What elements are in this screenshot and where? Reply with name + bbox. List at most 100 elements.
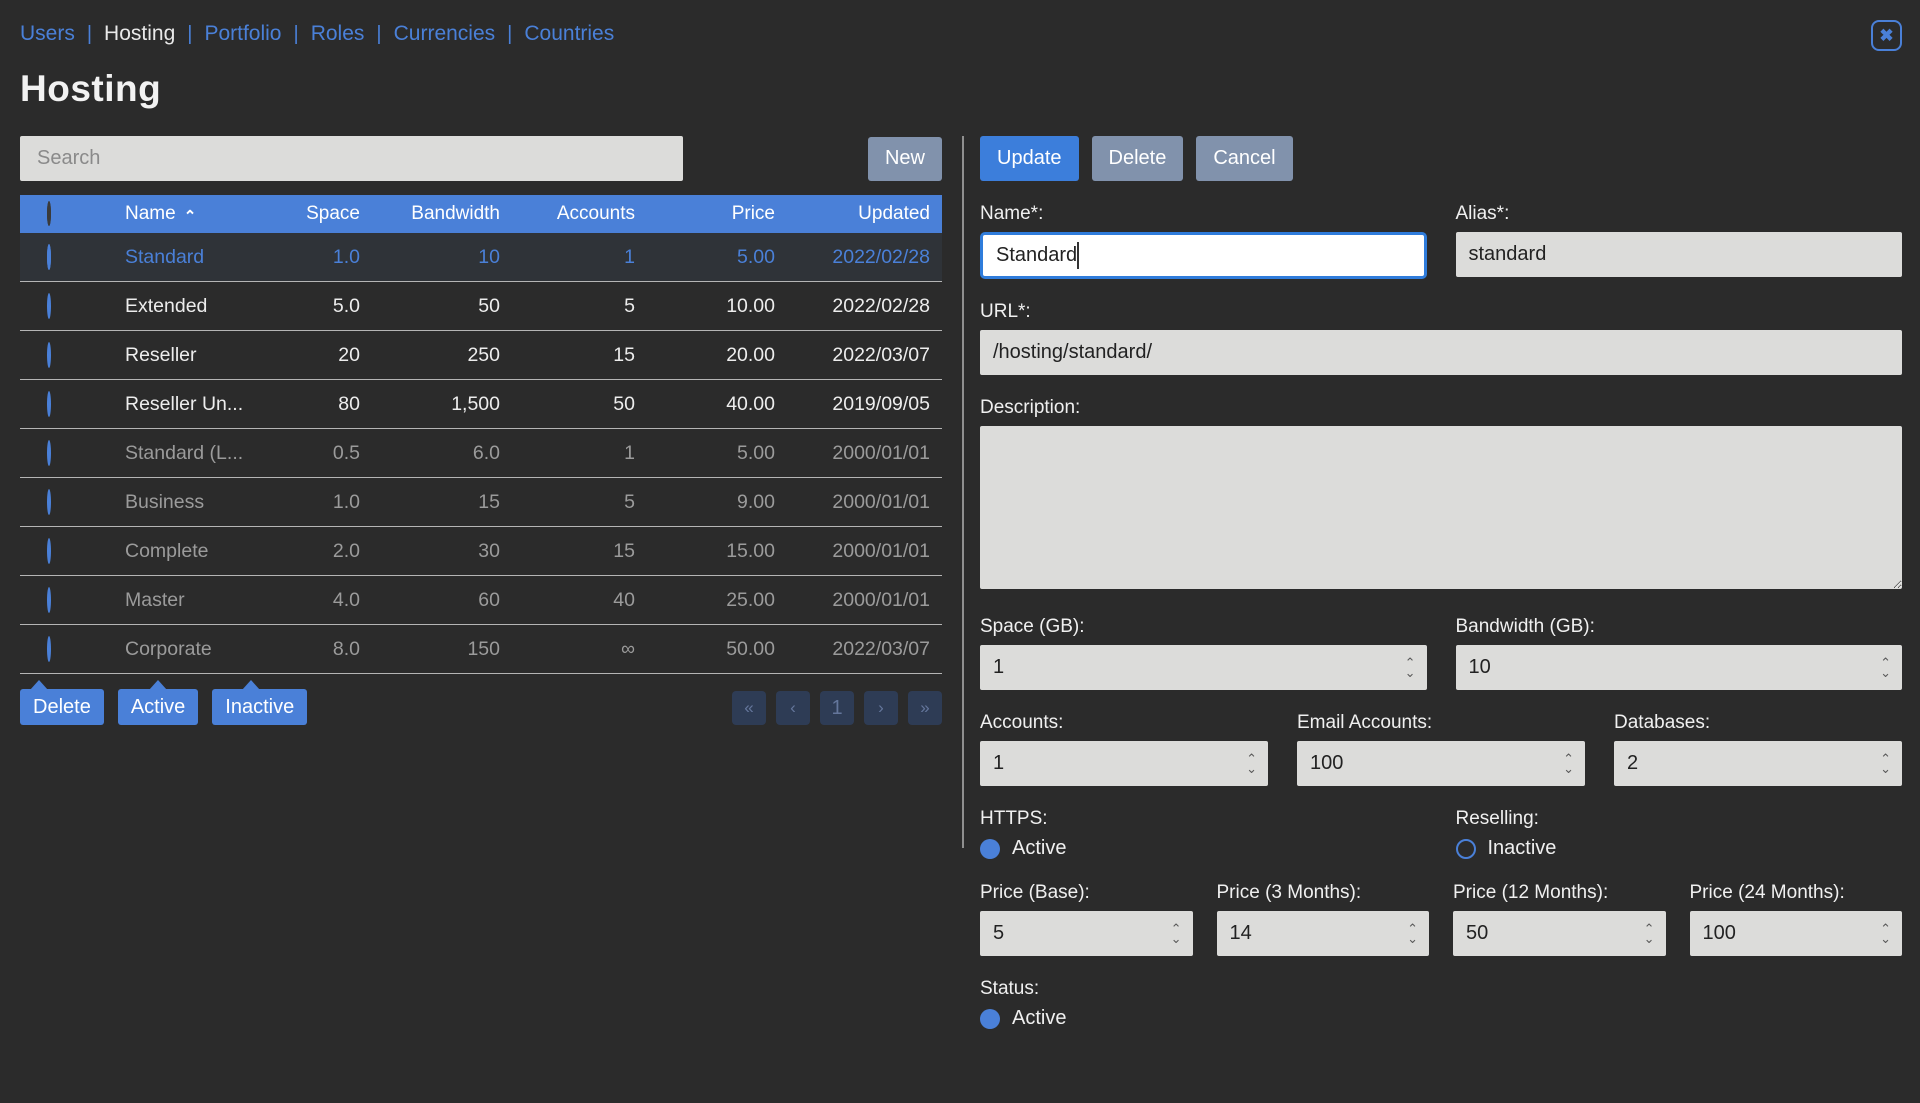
column-header-price[interactable]: Price	[637, 203, 777, 225]
cell-name: Reseller	[78, 344, 252, 367]
form-delete-button[interactable]: Delete	[1092, 136, 1184, 181]
table-row[interactable]: Master 4.0 60 40 25.00 2000/01/01	[20, 576, 942, 625]
spinner-down-icon[interactable]: ⌄	[1246, 764, 1257, 774]
spinner-down-icon[interactable]: ⌄	[1407, 934, 1418, 944]
cell-space: 4.0	[252, 589, 362, 612]
databases-input[interactable]: 2 ⌃⌄	[1614, 741, 1902, 786]
spinner-down-icon[interactable]: ⌄	[1644, 934, 1655, 944]
cell-accounts: 15	[502, 344, 637, 367]
form-cancel-button[interactable]: Cancel	[1196, 136, 1292, 181]
row-radio[interactable]	[47, 587, 51, 613]
cell-price: 10.00	[637, 295, 777, 318]
row-radio[interactable]	[47, 636, 51, 662]
left-panel: New Name ⌃ Space Bandwidth Accounts Pric…	[20, 136, 942, 725]
cell-bandwidth: 150	[362, 638, 502, 661]
cell-accounts: 50	[502, 393, 637, 416]
cell-bandwidth: 6.0	[362, 442, 502, 465]
delete-button[interactable]: Delete	[20, 689, 104, 725]
https-value: Active	[1012, 837, 1066, 860]
pagination-prev-button[interactable]: ‹	[776, 691, 810, 725]
space-label: Space (GB):	[980, 616, 1427, 638]
spinner-down-icon[interactable]: ⌄	[1880, 934, 1891, 944]
column-header-name[interactable]: Name ⌃	[78, 203, 252, 225]
inactive-button[interactable]: Inactive	[212, 689, 307, 725]
new-button[interactable]: New	[868, 137, 942, 181]
close-button[interactable]: ✖	[1871, 20, 1902, 51]
price-12-months-label: Price (12 Months):	[1453, 882, 1666, 904]
table-row[interactable]: Extended 5.0 50 5 10.00 2022/02/28	[20, 282, 942, 331]
bulk-actions: Delete Active Inactive	[20, 689, 307, 725]
row-radio[interactable]	[47, 391, 51, 417]
pagination-last-button[interactable]: »	[908, 691, 942, 725]
url-input[interactable]	[980, 330, 1902, 375]
space-input[interactable]: 1 ⌃⌄	[980, 645, 1427, 690]
description-label: Description:	[980, 397, 1902, 419]
select-all-radio[interactable]	[47, 201, 51, 226]
pagination-page-1-button[interactable]: 1	[820, 691, 854, 725]
cell-bandwidth: 1,500	[362, 393, 502, 416]
nav-item-currencies[interactable]: Currencies	[394, 22, 496, 46]
nav-item-roles[interactable]: Roles	[311, 22, 365, 46]
price-3-months-input[interactable]: 14 ⌃⌄	[1217, 911, 1430, 956]
main-nav: Users|Hosting|Portfolio|Roles|Currencies…	[20, 22, 1900, 46]
nav-item-portfolio[interactable]: Portfolio	[204, 22, 281, 46]
cell-accounts: 1	[502, 246, 637, 269]
pagination-first-button[interactable]: «	[732, 691, 766, 725]
cell-space: 2.0	[252, 540, 362, 563]
row-radio[interactable]	[47, 342, 51, 368]
cell-bandwidth: 10	[362, 246, 502, 269]
nav-item-countries[interactable]: Countries	[524, 22, 614, 46]
accounts-input[interactable]: 1 ⌃⌄	[980, 741, 1268, 786]
cell-name: Corporate	[78, 638, 252, 661]
description-textarea[interactable]	[980, 426, 1902, 589]
cell-bandwidth: 30	[362, 540, 502, 563]
email-accounts-input[interactable]: 100 ⌃⌄	[1297, 741, 1585, 786]
cell-space: 80	[252, 393, 362, 416]
table-row[interactable]: Reseller Un... 80 1,500 50 40.00 2019/09…	[20, 380, 942, 429]
spinner-down-icon[interactable]: ⌄	[1880, 668, 1891, 678]
spinner-down-icon[interactable]: ⌄	[1405, 668, 1416, 678]
price-12-months-input[interactable]: 50 ⌃⌄	[1453, 911, 1666, 956]
update-button[interactable]: Update	[980, 136, 1079, 181]
column-header-updated[interactable]: Updated	[777, 203, 942, 225]
price-base-input[interactable]: 5 ⌃⌄	[980, 911, 1193, 956]
active-button[interactable]: Active	[118, 689, 198, 725]
main-content: New Name ⌃ Space Bandwidth Accounts Pric…	[0, 136, 1920, 1030]
bandwidth-input[interactable]: 10 ⌃⌄	[1456, 645, 1903, 690]
table-row[interactable]: Corporate 8.0 150 ∞ 50.00 2022/03/07	[20, 625, 942, 674]
table-row[interactable]: Standard 1.0 10 1 5.00 2022/02/28	[20, 233, 942, 282]
price-24-months-input[interactable]: 100 ⌃⌄	[1690, 911, 1903, 956]
form-buttons: Update Delete Cancel	[980, 136, 1902, 181]
column-header-accounts[interactable]: Accounts	[502, 203, 637, 225]
row-radio[interactable]	[47, 244, 51, 270]
name-input[interactable]	[980, 232, 1427, 279]
spinner-down-icon[interactable]: ⌄	[1880, 764, 1891, 774]
column-header-space[interactable]: Space	[252, 203, 362, 225]
alias-input[interactable]	[1456, 232, 1903, 277]
cell-space: 20	[252, 344, 362, 367]
search-input[interactable]	[20, 136, 683, 181]
nav-item-users[interactable]: Users	[20, 22, 75, 46]
pagination-next-button[interactable]: ›	[864, 691, 898, 725]
spinner-down-icon[interactable]: ⌄	[1171, 934, 1182, 944]
https-radio[interactable]	[980, 839, 1000, 859]
table-row[interactable]: Business 1.0 15 5 9.00 2000/01/01	[20, 478, 942, 527]
row-radio[interactable]	[47, 538, 51, 564]
cell-price: 40.00	[637, 393, 777, 416]
sort-ascending-icon: ⌃	[184, 207, 197, 225]
cell-name: Standard	[78, 246, 252, 269]
reselling-radio[interactable]	[1456, 839, 1476, 859]
pagination: « ‹ 1 › »	[732, 691, 942, 725]
row-radio[interactable]	[47, 489, 51, 515]
nav-item-hosting[interactable]: Hosting	[104, 22, 175, 46]
spinner-down-icon[interactable]: ⌄	[1563, 764, 1574, 774]
table-row[interactable]: Complete 2.0 30 15 15.00 2000/01/01	[20, 527, 942, 576]
table-row[interactable]: Standard (L... 0.5 6.0 1 5.00 2000/01/01	[20, 429, 942, 478]
status-radio[interactable]	[980, 1009, 1000, 1029]
row-radio[interactable]	[47, 440, 51, 466]
column-header-bandwidth[interactable]: Bandwidth	[362, 203, 502, 225]
table-row[interactable]: Reseller 20 250 15 20.00 2022/03/07	[20, 331, 942, 380]
page-title: Hosting	[20, 68, 1920, 110]
row-radio[interactable]	[47, 293, 51, 319]
cell-updated: 2000/01/01	[777, 540, 942, 563]
